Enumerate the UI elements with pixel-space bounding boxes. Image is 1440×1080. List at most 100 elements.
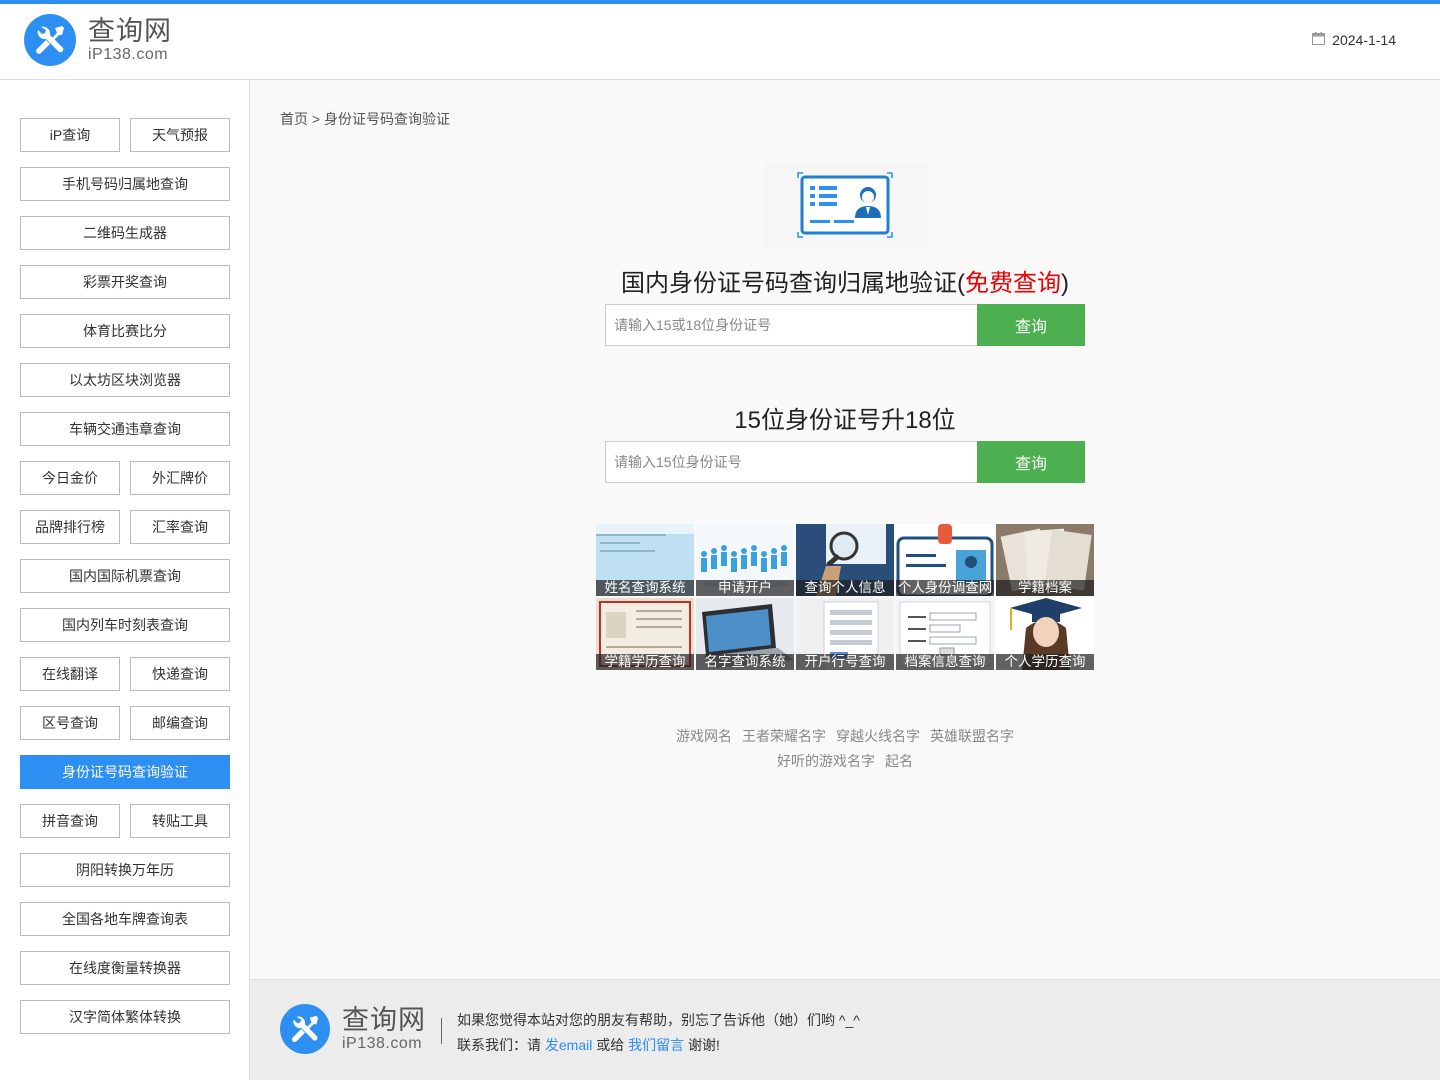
header: 查询网 iP138.com 2024-1-14 <box>0 4 1440 80</box>
sidebar-item[interactable]: 快递查询 <box>130 657 230 691</box>
ad-tile[interactable]: 学籍学历查询 <box>596 598 694 670</box>
sidebar-item[interactable]: 汇率查询 <box>130 510 230 544</box>
sidebar-row: 车辆交通违章查询 <box>20 412 230 446</box>
footer-divider <box>441 1018 442 1044</box>
title-end-text: ) <box>1061 270 1069 297</box>
ad-tile[interactable]: 开户行号查询 <box>796 598 894 670</box>
sidebar-item[interactable]: 身份证号码查询验证 <box>20 755 230 789</box>
date-text: 2024-1-14 <box>1332 32 1396 48</box>
date-display: 2024-1-14 <box>1312 32 1396 48</box>
sidebar-row: 国内国际机票查询 <box>20 559 230 593</box>
links-row-2: 好听的游戏名字 起名 <box>250 751 1440 771</box>
footer-line-1: 如果您觉得本站对您的朋友有帮助，别忘了告诉他（她）们哟 ^_^ <box>457 1012 860 1028</box>
site-logo[interactable]: 查询网 iP138.com <box>24 14 172 66</box>
tile-caption: 查询个人信息 <box>796 580 894 596</box>
sidebar-item[interactable]: 转贴工具 <box>130 804 230 838</box>
tools-icon <box>280 1004 330 1054</box>
contact-label: 联系我们：请 <box>457 1037 541 1053</box>
sidebar-item[interactable]: 品牌排行榜 <box>20 510 120 544</box>
tile-caption: 学籍学历查询 <box>596 654 694 670</box>
email-link[interactable]: 发email <box>545 1037 592 1053</box>
footer-text: 如果您觉得本站对您的朋友有帮助，别忘了告诉他（她）们哟 ^_^ 联系我们：请 发… <box>457 1008 860 1058</box>
footer-logo[interactable]: 查询网 iP138.com <box>280 1004 426 1054</box>
main-content: 首页 > 身份证号码查询验证 国内身份证号码查询归属地验证(免费查询) 查询 1… <box>250 80 1440 979</box>
ad-tile[interactable]: 档案信息查询 <box>896 598 994 670</box>
tile-caption: 个人身份调查网 <box>896 580 994 596</box>
footer: 查询网 iP138.com 如果您觉得本站对您的朋友有帮助，别忘了告诉他（她）们… <box>250 979 1440 1080</box>
upgrade-form: 查询 <box>605 441 1085 483</box>
footer-line-2: 联系我们：请 发email 或给 我们留言 谢谢! <box>457 1033 860 1058</box>
ad-tile[interactable]: 学籍档案 <box>996 524 1094 596</box>
upgrade-query-button[interactable]: 查询 <box>977 441 1085 483</box>
sidebar-row: 汉字简体繁体转换 <box>20 1000 230 1034</box>
tile-caption: 申请开户 <box>696 580 794 596</box>
id-number-input[interactable] <box>605 304 977 346</box>
sidebar-item[interactable]: 彩票开奖查询 <box>20 265 230 299</box>
tools-icon <box>24 14 76 66</box>
sidebar-row: 手机号码归属地查询 <box>20 167 230 201</box>
related-link[interactable]: 英雄联盟名字 <box>930 728 1014 744</box>
sidebar-row: 以太坊区块浏览器 <box>20 363 230 397</box>
sidebar-row: 二维码生成器 <box>20 216 230 250</box>
logo-en-text: iP138.com <box>88 46 169 63</box>
logo-cn-text: 查询网 <box>88 16 172 46</box>
sidebar-item[interactable]: 在线翻译 <box>20 657 120 691</box>
tile-caption: 学籍档案 <box>996 580 1094 596</box>
footer-logo-en: iP138.com <box>342 1035 423 1052</box>
sidebar-item[interactable]: 阴阳转换万年历 <box>20 853 230 887</box>
sidebar-row: 身份证号码查询验证 <box>20 755 230 789</box>
ad-tile[interactable]: 名字查询系统 <box>696 598 794 670</box>
tile-caption: 个人学历查询 <box>996 654 1094 670</box>
related-link[interactable]: 好听的游戏名字 <box>777 753 875 769</box>
sidebar-item[interactable]: 国内国际机票查询 <box>20 559 230 593</box>
sidebar-item[interactable]: 手机号码归属地查询 <box>20 167 230 201</box>
ad-tile[interactable]: 个人身份调查网 <box>896 524 994 596</box>
id15-input[interactable] <box>605 441 977 483</box>
tile-caption: 档案信息查询 <box>896 654 994 670</box>
sidebar-row: 拼音查询 转贴工具 <box>20 804 230 838</box>
sidebar-item[interactable]: 今日金价 <box>20 461 120 495</box>
title-main-text: 国内身份证号码查询归属地验证( <box>621 270 965 297</box>
sidebar-item[interactable]: 国内列车时刻表查询 <box>20 608 230 642</box>
message-link[interactable]: 我们留言 <box>628 1037 684 1053</box>
sidebar-item[interactable]: 外汇牌价 <box>130 461 230 495</box>
sidebar-item[interactable]: 汉字简体繁体转换 <box>20 1000 230 1034</box>
sidebar-row: 体育比赛比分 <box>20 314 230 348</box>
free-query-highlight: 免费查询 <box>965 270 1061 297</box>
upgrade-title: 15位身份证号升18位 <box>734 407 956 434</box>
page-title: 国内身份证号码查询归属地验证(免费查询) <box>250 263 1440 298</box>
tile-caption: 姓名查询系统 <box>596 580 694 596</box>
related-link[interactable]: 王者荣耀名字 <box>742 728 826 744</box>
sidebar-item[interactable]: 邮编查询 <box>130 706 230 740</box>
sidebar-row: 国内列车时刻表查询 <box>20 608 230 642</box>
sidebar-row: 全国各地车牌查询表 <box>20 902 230 936</box>
sidebar-item[interactable]: 区号查询 <box>20 706 120 740</box>
ad-tile[interactable]: 申请开户 <box>696 524 794 596</box>
sidebar-row: 今日金价 外汇牌价 <box>20 461 230 495</box>
sidebar-item[interactable]: iP查询 <box>20 118 120 152</box>
related-link[interactable]: 起名 <box>885 753 913 769</box>
sidebar-item[interactable]: 在线度衡量转换器 <box>20 951 230 985</box>
tile-caption: 开户行号查询 <box>796 654 894 670</box>
sidebar-nav: iP查询 天气预报手机号码归属地查询 二维码生成器 彩票开奖查询 体育比赛比分 以太坊区块… <box>0 80 250 1080</box>
tile-caption: 名字查询系统 <box>696 654 794 670</box>
sidebar-row: 区号查询 邮编查询 <box>20 706 230 740</box>
sidebar-item[interactable]: 全国各地车牌查询表 <box>20 902 230 936</box>
id-query-button[interactable]: 查询 <box>977 304 1085 346</box>
thanks-text: 谢谢! <box>688 1037 720 1053</box>
ad-tile[interactable]: 个人学历查询 <box>996 598 1094 670</box>
sidebar-item[interactable]: 二维码生成器 <box>20 216 230 250</box>
or-text: 或给 <box>596 1037 625 1053</box>
sidebar-item[interactable]: 车辆交通违章查询 <box>20 412 230 446</box>
ad-tile[interactable]: 姓名查询系统 <box>596 524 694 596</box>
sidebar-item[interactable]: 天气预报 <box>130 118 230 152</box>
sidebar-item[interactable]: 以太坊区块浏览器 <box>20 363 230 397</box>
related-link[interactable]: 穿越火线名字 <box>836 728 920 744</box>
ad-tile[interactable]: 查询个人信息 <box>796 524 894 596</box>
sidebar-item[interactable]: 体育比赛比分 <box>20 314 230 348</box>
related-link[interactable]: 游戏网名 <box>676 728 732 744</box>
sidebar-row: 在线度衡量转换器 <box>20 951 230 985</box>
sidebar-row: 阴阳转换万年历 <box>20 853 230 887</box>
breadcrumb: 首页 > 身份证号码查询验证 <box>280 111 450 127</box>
sidebar-item[interactable]: 拼音查询 <box>20 804 120 838</box>
